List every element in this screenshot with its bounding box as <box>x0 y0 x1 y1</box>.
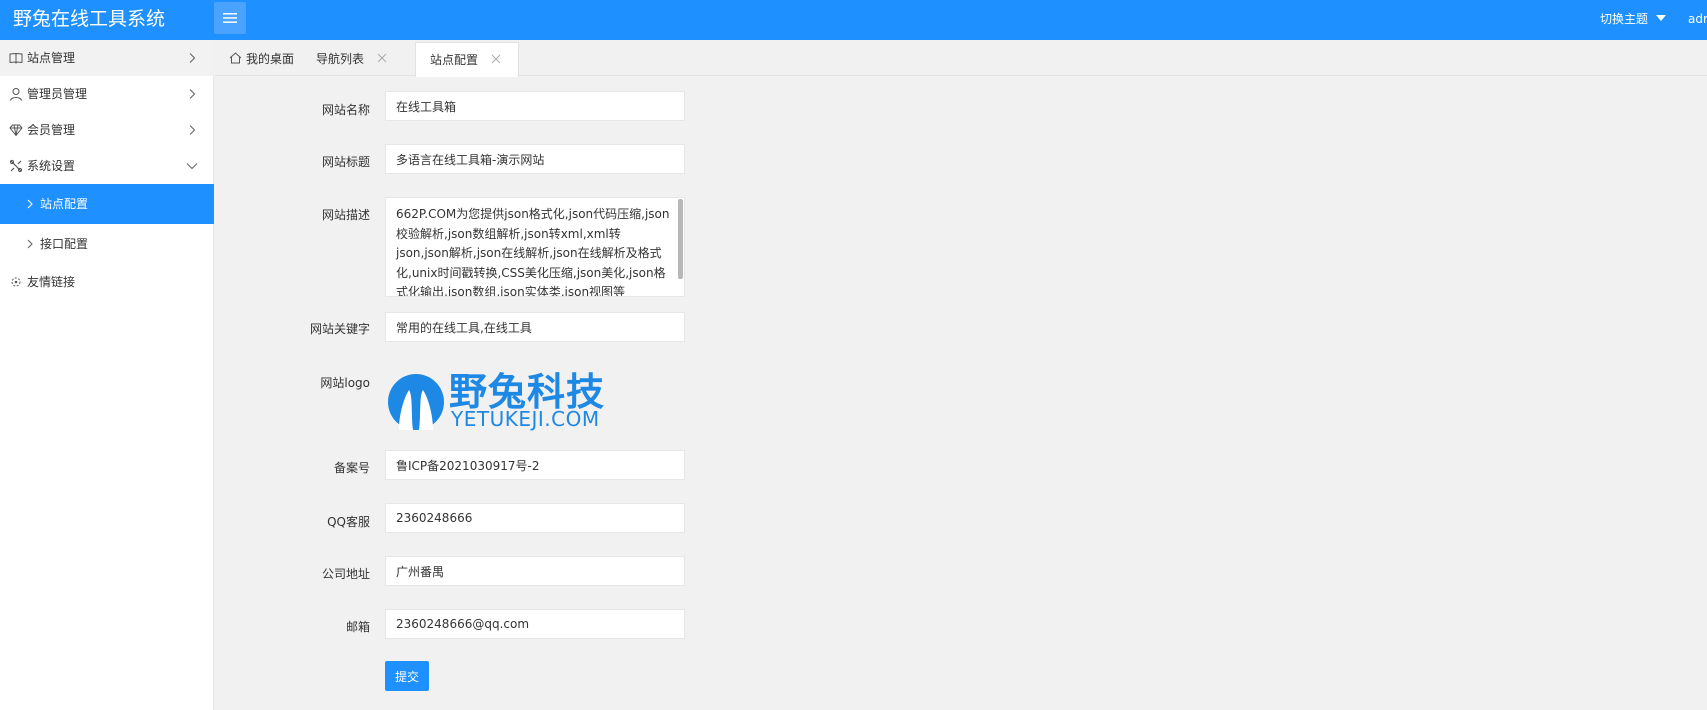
chevron-right-icon <box>27 239 33 249</box>
sidebar: 站点管理 管理员管理 会员管理 系统设置 站点配置 接口配置 友情链接 <box>0 40 214 710</box>
user-icon <box>10 88 22 101</box>
qq-input[interactable] <box>385 503 685 533</box>
book-icon <box>9 52 23 65</box>
chevron-down-icon <box>186 163 198 170</box>
tab-label: 我的桌面 <box>246 52 295 66</box>
site-logo-image[interactable]: 野兔科技 YETUKEJI.COM <box>385 370 621 432</box>
tab-nav-list[interactable]: 导航列表 <box>303 42 403 76</box>
admin-user-menu[interactable]: admin <box>1688 10 1707 28</box>
diamond-icon <box>9 124 23 137</box>
tab-label: 导航列表 <box>316 52 365 66</box>
caret-down-icon[interactable] <box>1656 15 1666 21</box>
hamburger-icon <box>223 13 237 23</box>
textarea-scrollbar[interactable] <box>678 199 683 279</box>
label-icp: 备案号 <box>333 461 370 475</box>
sidebar-item-admin-management[interactable]: 管理员管理 <box>0 76 214 112</box>
site-name-input[interactable] <box>385 91 685 121</box>
sidebar-item-label: 管理员管理 <box>27 87 88 101</box>
link-icon <box>11 277 21 287</box>
sidebar-item-label: 友情链接 <box>27 275 76 289</box>
theme-switch-button[interactable]: 切换主题 <box>1600 10 1648 28</box>
logo-text-en: YETUKEJI.COM <box>451 407 600 431</box>
app-title: 野兔在线工具系统 <box>13 8 166 30</box>
tab-label: 站点配置 <box>430 53 479 67</box>
chevron-right-icon <box>189 53 196 63</box>
close-icon[interactable] <box>490 53 502 65</box>
menu-toggle-button[interactable] <box>214 2 246 34</box>
label-site-logo: 网站logo <box>320 376 370 390</box>
label-qq: QQ客服 <box>327 515 370 529</box>
tools-icon <box>9 159 23 173</box>
label-site-title: 网站标题 <box>321 155 370 169</box>
label-site-keywords: 网站关键字 <box>309 322 370 336</box>
sidebar-item-site-management[interactable]: 站点管理 <box>0 40 214 76</box>
tab-bar: 我的桌面 导航列表 站点配置 <box>215 40 1707 77</box>
sidebar-item-member-management[interactable]: 会员管理 <box>0 112 214 148</box>
site-description-textarea[interactable]: 662P.COM为您提供json格式化,json代码压缩,json校验解析,js… <box>385 197 685 297</box>
sidebar-item-label: 会员管理 <box>27 123 76 137</box>
site-title-input[interactable] <box>385 144 685 174</box>
label-address: 公司地址 <box>321 567 370 581</box>
label-site-name: 网站名称 <box>321 103 370 117</box>
sidebar-item-site-config[interactable]: 站点配置 <box>0 184 214 224</box>
sidebar-item-system-settings[interactable]: 系统设置 <box>0 148 214 184</box>
chevron-right-icon <box>189 125 196 135</box>
submit-button[interactable]: 提交 <box>385 661 429 691</box>
chevron-right-icon <box>27 199 33 209</box>
home-icon <box>229 52 242 64</box>
tab-site-config[interactable]: 站点配置 <box>415 42 519 77</box>
close-icon[interactable] <box>376 52 388 64</box>
icp-input[interactable] <box>385 450 685 480</box>
email-input[interactable] <box>385 609 685 639</box>
address-input[interactable] <box>385 556 685 586</box>
label-site-description: 网站描述 <box>321 208 370 222</box>
sidebar-item-api-config[interactable]: 接口配置 <box>0 224 214 264</box>
site-keywords-input[interactable] <box>385 312 685 342</box>
sidebar-item-label: 接口配置 <box>40 237 89 251</box>
top-header: 野兔在线工具系统 切换主题 admin <box>0 0 1707 40</box>
sidebar-item-label: 系统设置 <box>27 159 76 173</box>
rabbit-logo-icon <box>388 374 444 430</box>
chevron-right-icon <box>189 89 196 99</box>
tab-my-desktop[interactable]: 我的桌面 <box>215 42 303 76</box>
sidebar-item-friend-links[interactable]: 友情链接 <box>0 264 214 300</box>
label-email: 邮箱 <box>345 620 370 634</box>
sidebar-item-label: 站点配置 <box>40 197 89 211</box>
sidebar-item-label: 站点管理 <box>27 51 76 65</box>
